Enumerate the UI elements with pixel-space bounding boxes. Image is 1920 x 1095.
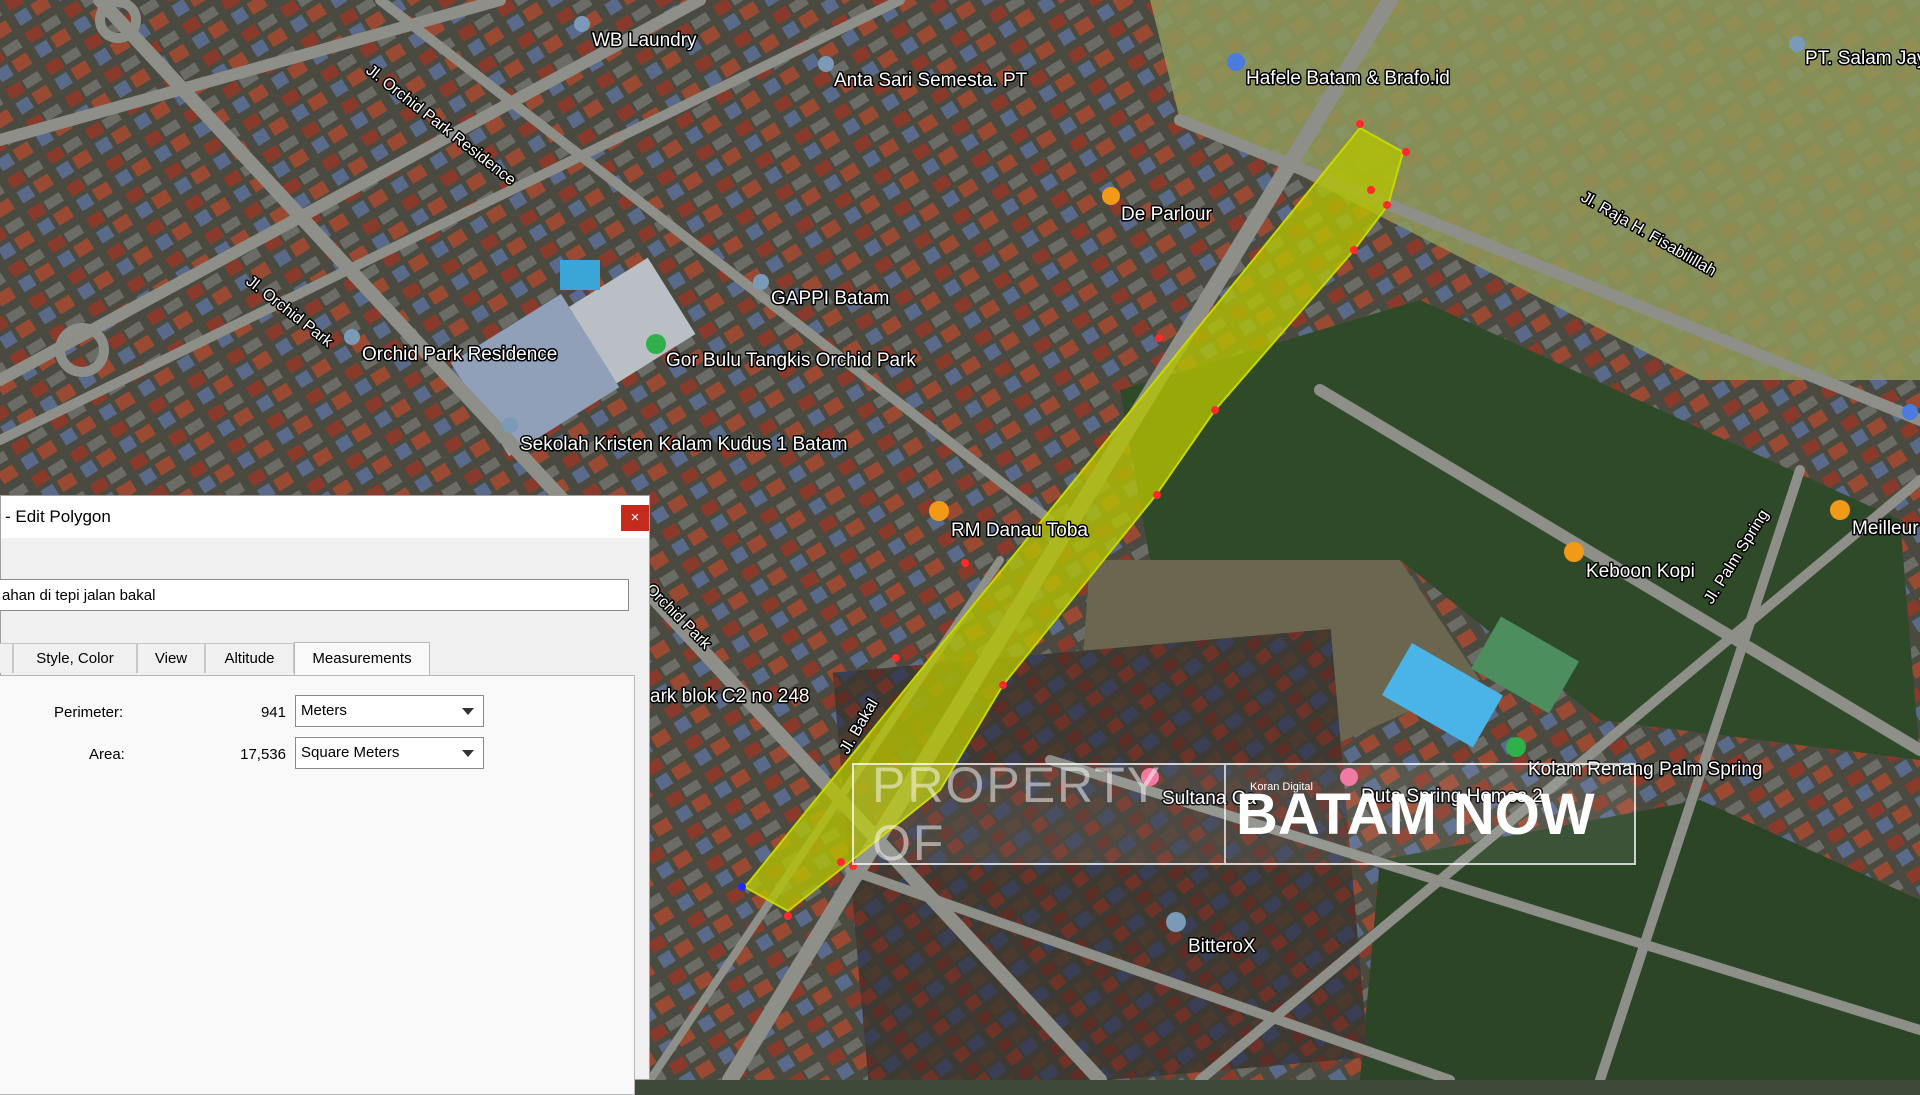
- pin-gray-icon: [344, 329, 360, 345]
- pin-orange-icon: [929, 501, 949, 521]
- perimeter-value: 941: [260, 704, 286, 721]
- pin-gray-icon: [753, 274, 769, 290]
- tab-view[interactable]: View: [137, 643, 205, 673]
- dialog-titlebar[interactable]: - Edit Polygon ×: [1, 496, 649, 538]
- small-pool: [560, 260, 600, 290]
- watermark-text-left: PROPERTY OF: [872, 757, 1162, 871]
- pin-blue-icon: [1902, 404, 1918, 420]
- pin-green-icon: [646, 334, 666, 354]
- poi-label[interactable]: Gor Bulu Tangkis Orchid Park: [665, 349, 918, 373]
- tab-altitude[interactable]: Altitude: [205, 643, 294, 673]
- dialog-title: - Edit Polygon: [5, 507, 111, 526]
- watermark: PROPERTY OF BATAM NOW: [852, 757, 1636, 871]
- tab-hidden-left[interactable]: [0, 643, 13, 673]
- pin-gray-icon: [502, 417, 518, 433]
- watermark-text-right: BATAM NOW: [1224, 765, 1595, 863]
- pin-gray-icon: [818, 56, 834, 72]
- perimeter-label: Perimeter:: [54, 704, 124, 721]
- pin-gray-icon: [1789, 36, 1805, 52]
- pin-orange-icon: [1830, 500, 1850, 520]
- perimeter-unit-value: Meters: [301, 702, 347, 719]
- poi-label[interactable]: De Parlour: [1120, 203, 1214, 227]
- poi-label[interactable]: PT. Salam Jaya: [1804, 47, 1920, 71]
- pin-green-icon: [1506, 737, 1526, 757]
- pin-blue-icon: [1227, 53, 1245, 71]
- poi-label[interactable]: GAPPI Batam: [770, 287, 891, 311]
- poi-label[interactable]: Sekolah Kristen Kalam Kudus 1 Batam: [519, 433, 849, 457]
- poi-label[interactable]: Anta Sari Semesta. PT: [833, 69, 1030, 93]
- poi-label[interactable]: Hafele Batam & Brafo.id: [1245, 67, 1452, 91]
- pin-orange-icon: [1102, 187, 1120, 205]
- tab-style-color[interactable]: Style, Color: [13, 643, 137, 673]
- poi-label[interactable]: Meilleur: [1851, 517, 1920, 541]
- polygon-name-field[interactable]: [0, 579, 629, 611]
- chevron-down-icon[interactable]: [462, 708, 474, 715]
- chevron-down-icon[interactable]: [462, 750, 474, 757]
- poi-label[interactable]: Orchid Park Residence: [361, 343, 559, 367]
- poi-label[interactable]: Keboon Kopi: [1585, 560, 1697, 584]
- perimeter-unit-select[interactable]: Meters: [295, 695, 484, 727]
- close-button[interactable]: ×: [621, 505, 649, 531]
- pin-orange-icon: [1564, 542, 1584, 562]
- pin-gray-icon: [1166, 912, 1186, 932]
- selected-vertex[interactable]: [738, 883, 746, 891]
- address-label: ark blok C2 no 248: [650, 686, 810, 707]
- area-label: Area:: [89, 746, 125, 763]
- pin-gray-icon: [574, 16, 590, 32]
- area-unit-select[interactable]: Square Meters: [295, 737, 484, 769]
- edit-polygon-dialog[interactable]: - Edit Polygon × Style, Color View Altit…: [0, 495, 650, 1095]
- area-value: 17,536: [240, 746, 286, 763]
- poi-label[interactable]: WB Laundry: [591, 29, 699, 53]
- area-unit-value: Square Meters: [301, 744, 400, 761]
- poi-label[interactable]: BitteroX: [1187, 935, 1258, 959]
- tab-measurements[interactable]: Measurements: [294, 642, 430, 676]
- measurements-panel: Perimeter: 941 Meters Area: 17,536 Squar…: [0, 675, 635, 1095]
- poi-label[interactable]: RM Danau Toba: [950, 519, 1090, 543]
